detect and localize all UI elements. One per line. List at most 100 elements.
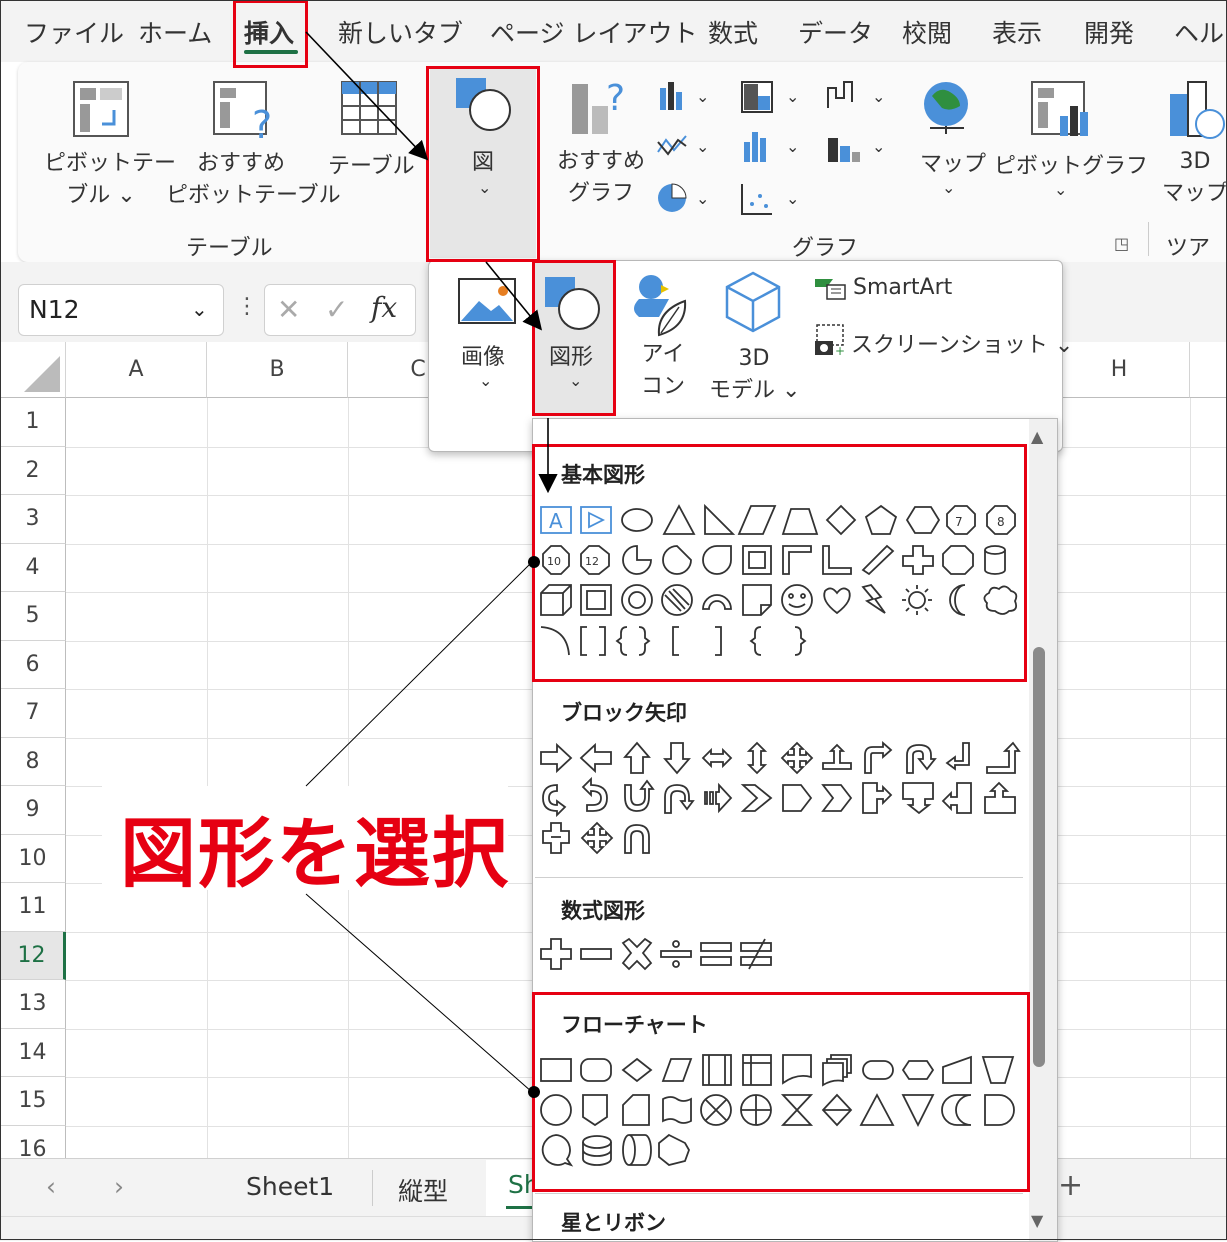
chart-type-icons-col3[interactable]: ⌄ ⌄	[826, 80, 890, 170]
svg-text:⌄: ⌄	[786, 137, 799, 156]
name-box-chevron-icon[interactable]: ⌄	[191, 297, 208, 321]
grid-line	[207, 398, 208, 1158]
svg-text:A: A	[549, 509, 563, 533]
3d-model-button[interactable]: 3D モデル ⌄	[709, 343, 800, 407]
row-header-16[interactable]: 16	[0, 1125, 66, 1159]
row-header-5[interactable]: 5	[0, 592, 66, 641]
row-header-2[interactable]: 2	[0, 446, 66, 495]
section-divider	[535, 681, 1023, 682]
pivot-table-button[interactable]: ピボットテー ブル ⌄	[44, 148, 176, 212]
row-header-15[interactable]: 15	[0, 1077, 66, 1126]
image-icon[interactable]	[457, 277, 517, 327]
row-header-10[interactable]: 10	[0, 834, 66, 883]
select-all-corner[interactable]	[0, 342, 66, 398]
menu-help[interactable]: ヘルプ	[1174, 14, 1227, 50]
screenshot-icon[interactable]: +	[813, 323, 849, 358]
shapes-icon[interactable]	[543, 275, 603, 335]
menu-new-tab[interactable]: 新しいタブ	[338, 14, 463, 50]
map-chevron-icon: ⌄	[942, 178, 956, 197]
flowchart-shapes-grid[interactable]	[537, 1053, 1027, 1173]
3d-map-button[interactable]: 3D マップ	[1160, 146, 1227, 210]
row-header-7[interactable]: 7	[0, 689, 66, 738]
row-header-8[interactable]: 8	[0, 737, 66, 786]
image-chevron-icon: ⌄	[479, 371, 493, 390]
menu-data[interactable]: データ	[798, 14, 873, 50]
pivot-chart-button[interactable]: ピボットグラフ	[994, 148, 1148, 180]
shapes-label: 図形	[549, 345, 594, 370]
menu-file[interactable]: ファイル	[24, 14, 124, 50]
menu-view[interactable]: 表示	[992, 14, 1042, 50]
table-button[interactable]: テーブル	[328, 148, 415, 180]
block-arrows-grid[interactable]	[537, 741, 1027, 861]
menu-page-layout[interactable]: ページ レイアウト	[490, 14, 697, 50]
column-header-a[interactable]: A	[66, 342, 207, 398]
column-header-i[interactable]	[1190, 342, 1227, 398]
smartart-icon[interactable]	[813, 275, 849, 301]
table-icon[interactable]	[340, 80, 398, 136]
row-header-11[interactable]: 11	[0, 883, 66, 932]
chart-type-icons-col1[interactable]: ⌄ ⌄ ⌄	[656, 80, 716, 230]
row-header-14[interactable]: 14	[0, 1028, 66, 1077]
more-options-icon[interactable]: ⋮	[236, 294, 258, 319]
section-block-arrows: ブロック矢印	[561, 701, 687, 725]
scroll-thumb[interactable]	[1033, 647, 1045, 1067]
group-label-table: テーブル	[186, 236, 273, 261]
pivot-chart-icon[interactable]	[1030, 80, 1092, 140]
scroll-up-icon[interactable]: ▲	[1031, 427, 1043, 446]
chart-type-icons-col2[interactable]: ⌄ ⌄ ⌄	[740, 80, 804, 230]
section-equation-shapes: 数式図形	[561, 899, 645, 923]
pivot-chart-chevron-icon: ⌄	[1054, 180, 1068, 199]
3d-map-icon[interactable]	[1164, 80, 1226, 140]
icons-icon[interactable]	[629, 271, 693, 341]
menu-home[interactable]: ホーム	[138, 14, 212, 50]
equation-shapes-grid[interactable]	[537, 937, 797, 977]
insert-function-icon[interactable]: fx	[371, 291, 397, 324]
cancel-icon[interactable]: ✕	[277, 293, 300, 326]
row-header-4[interactable]: 4	[0, 543, 66, 592]
basic-shapes-grid[interactable]: A 7 8 10 12	[537, 503, 1027, 663]
illustrations-icon[interactable]	[454, 76, 514, 136]
recommended-pivot-button[interactable]: おすすめ ピボットテーブル	[166, 148, 341, 212]
prev-sheet-icon[interactable]: ‹	[46, 1172, 56, 1201]
sheet-tab-sheet1[interactable]: Sheet1	[246, 1172, 334, 1201]
menu-bar: ファイル ホーム 挿入 新しいタブ ページ レイアウト 数式 データ 校閲 表示…	[0, 0, 1227, 62]
pivot-table-icon[interactable]	[72, 80, 130, 138]
sheet-tab-vertical[interactable]: 縦型	[398, 1172, 448, 1208]
group-divider	[1148, 222, 1149, 256]
map-chart-icon[interactable]	[920, 78, 974, 138]
section-divider	[535, 1193, 1023, 1194]
dialog-launcher-icon[interactable]: ◳	[1114, 234, 1129, 253]
row-header-6[interactable]: 6	[0, 640, 66, 689]
row-header-13[interactable]: 13	[0, 980, 66, 1029]
3d-model-icon[interactable]	[723, 271, 783, 335]
svg-text:?: ?	[252, 103, 272, 147]
section-divider	[535, 993, 1023, 994]
enter-icon[interactable]: ✓	[325, 293, 348, 326]
smartart-button[interactable]: SmartArt	[853, 275, 952, 300]
menu-insert[interactable]: 挿入	[244, 14, 294, 50]
menu-review[interactable]: 校閲	[902, 14, 952, 50]
recommended-pivot-icon[interactable]: ?	[212, 80, 276, 147]
menu-developer[interactable]: 開発	[1084, 14, 1134, 50]
icons-button[interactable]: アイ コン	[641, 339, 685, 403]
next-sheet-icon[interactable]: ›	[114, 1172, 124, 1201]
shapes-gallery: ▲ ▼ 基本図形 A 7 8 10 12 ブロック矢印 数式図形 フローチャート…	[532, 418, 1058, 1242]
column-header-b[interactable]: B	[207, 342, 348, 398]
recommended-chart-button[interactable]: おすすめ グラフ	[556, 146, 646, 210]
row-header-3[interactable]: 3	[0, 495, 66, 544]
name-box[interactable]: N12 ⌄	[18, 284, 224, 336]
name-box-value: N12	[29, 295, 80, 324]
menu-formulas[interactable]: 数式	[708, 14, 758, 50]
row-header-1[interactable]: 1	[0, 398, 66, 447]
image-label: 画像	[461, 345, 506, 370]
scroll-down-icon[interactable]: ▼	[1031, 1211, 1043, 1230]
row-header-9[interactable]: 9	[0, 786, 66, 835]
screenshot-button[interactable]: スクリーンショット ⌄	[851, 327, 1073, 359]
svg-text:10: 10	[547, 555, 561, 568]
map-chart-button[interactable]: マップ	[920, 146, 986, 178]
recommended-chart-icon[interactable]: ?	[568, 76, 632, 136]
svg-text:⌄: ⌄	[696, 189, 709, 208]
row-header-12[interactable]: 12	[0, 931, 66, 980]
add-sheet-button[interactable]: +	[1058, 1168, 1083, 1203]
svg-text:8: 8	[997, 515, 1005, 529]
